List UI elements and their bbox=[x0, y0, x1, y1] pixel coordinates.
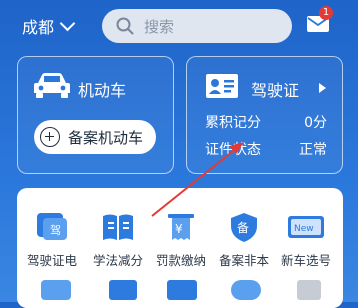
id-card-icon bbox=[206, 74, 238, 98]
service-row-2-item[interactable] bbox=[41, 280, 71, 300]
gift-icon bbox=[231, 280, 261, 300]
service-label: 驾驶证电 bbox=[26, 253, 77, 268]
calendar-icon bbox=[167, 280, 197, 300]
service-row-2-item[interactable] bbox=[167, 280, 197, 300]
svg-text:备: 备 bbox=[237, 221, 249, 235]
service-row-2-item[interactable] bbox=[109, 280, 137, 300]
document-icon bbox=[109, 280, 137, 300]
points-row: 累积记分 0分 bbox=[205, 112, 327, 132]
chevron-down-icon bbox=[59, 15, 76, 31]
svg-text:New: New bbox=[294, 224, 314, 234]
arrow-right-icon bbox=[319, 83, 326, 93]
svg-text:驾: 驾 bbox=[50, 224, 61, 237]
status-value: 正常 bbox=[299, 142, 327, 158]
search-icon bbox=[116, 17, 134, 35]
service-new-plate[interactable]: New 新车选号 bbox=[275, 210, 337, 269]
status-label: 证件状态 bbox=[205, 142, 261, 158]
license-card-icon: 驾 bbox=[37, 213, 67, 240]
new-plate-icon: New bbox=[288, 216, 324, 238]
service-study[interactable]: 学法减分 bbox=[87, 210, 149, 269]
city-selector[interactable]: 成都 bbox=[22, 14, 76, 38]
notification-badge: 1 bbox=[319, 6, 333, 20]
search-bar[interactable]: 搜索 bbox=[102, 9, 292, 43]
service-license-e[interactable]: 驾 驾驶证电 bbox=[21, 210, 83, 269]
shield-icon: 备 bbox=[231, 213, 257, 242]
car-icon bbox=[34, 73, 70, 98]
service-label: 罚款缴纳 bbox=[155, 253, 206, 268]
license-card-title: 驾驶证 bbox=[251, 81, 300, 100]
status-row: 证件状态 正常 bbox=[205, 139, 327, 159]
service-label: 新车选号 bbox=[280, 253, 331, 268]
search-placeholder: 搜索 bbox=[144, 17, 175, 36]
plus-circle-icon bbox=[40, 127, 60, 147]
vehicle-card[interactable]: 机动车 备案机动车 bbox=[17, 56, 174, 174]
service-label: 学法减分 bbox=[92, 253, 143, 268]
service-register[interactable]: 备 备案非本 bbox=[213, 210, 275, 269]
service-label: 备案非本 bbox=[218, 253, 269, 268]
register-vehicle-button[interactable]: 备案机动车 bbox=[34, 120, 156, 154]
city-label: 成都 bbox=[22, 18, 55, 37]
services-panel: 驾 驾驶证电 学法减分 ¥ 罚款缴纳 备 备案非本 New 新车选号 bbox=[17, 188, 343, 308]
receipt-icon: ¥ bbox=[168, 214, 194, 240]
book-icon bbox=[103, 214, 133, 240]
card-icon bbox=[41, 280, 71, 300]
service-row-2-item[interactable] bbox=[297, 280, 321, 300]
register-vehicle-label: 备案机动车 bbox=[68, 128, 144, 147]
license-card[interactable]: 驾驶证 累积记分 0分 证件状态 正常 bbox=[186, 56, 343, 174]
vehicle-card-title: 机动车 bbox=[78, 81, 127, 100]
svg-text:¥: ¥ bbox=[175, 222, 183, 236]
service-row-2-item[interactable] bbox=[231, 280, 261, 300]
service-fine[interactable]: ¥ 罚款缴纳 bbox=[150, 210, 212, 269]
points-label: 累积记分 bbox=[205, 115, 261, 131]
grid-icon bbox=[297, 280, 321, 300]
top-bar: 成都 搜索 1 bbox=[0, 0, 358, 54]
points-value: 0分 bbox=[304, 115, 327, 131]
